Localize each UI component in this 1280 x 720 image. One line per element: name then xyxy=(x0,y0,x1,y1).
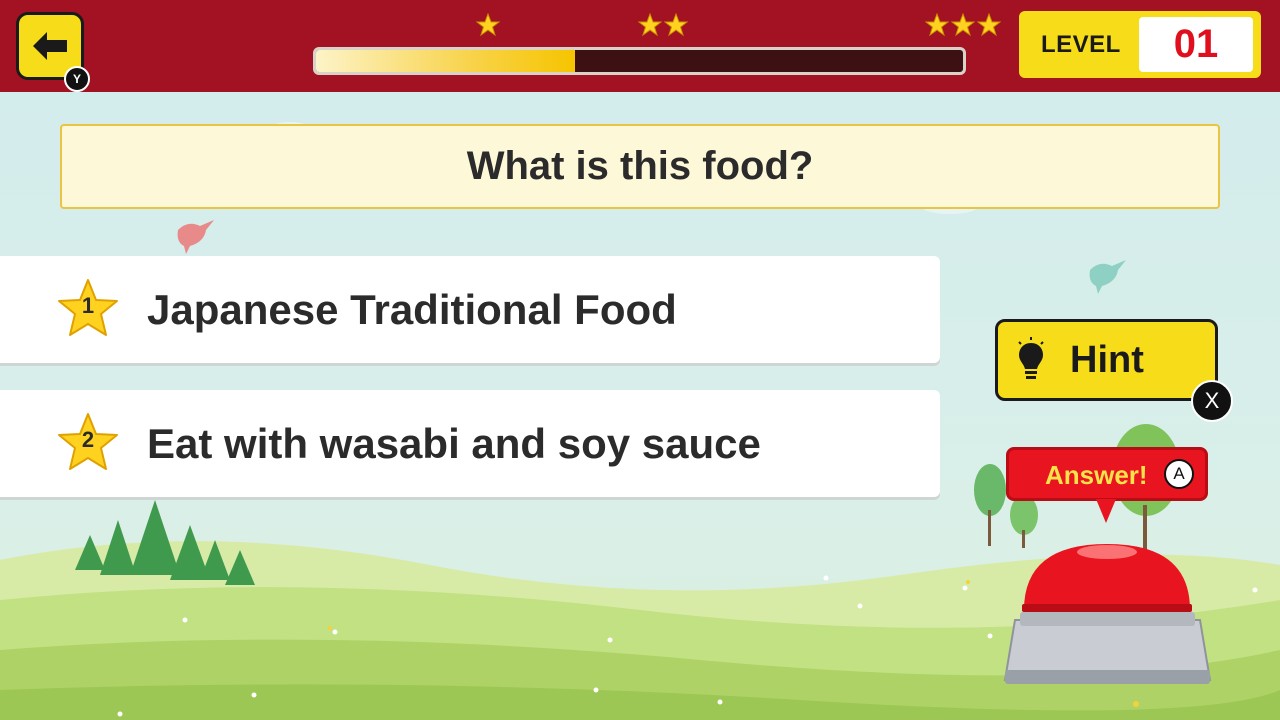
progress-star-marker-1 xyxy=(476,13,500,39)
answer-buzzer-button[interactable] xyxy=(1000,540,1215,690)
level-label: LEVEL xyxy=(1041,31,1121,58)
star-icon xyxy=(925,13,949,37)
star-icon xyxy=(664,13,688,37)
star-icon xyxy=(638,13,662,37)
back-button-key-badge: Y xyxy=(64,66,90,92)
progress-bar xyxy=(313,47,966,75)
lightbulb-icon xyxy=(1018,337,1044,379)
answer-label: Answer! xyxy=(1045,460,1148,490)
option-text: Japanese Traditional Food xyxy=(147,285,677,333)
option-1[interactable]: 1 Japanese Traditional Food xyxy=(0,256,940,363)
level-indicator: LEVEL 01 xyxy=(1019,11,1261,78)
progress-star-marker-3 xyxy=(925,13,1001,39)
hint-button[interactable]: Hint xyxy=(995,319,1218,401)
question-prompt: What is this food? xyxy=(60,124,1220,209)
star-icon xyxy=(977,13,1001,37)
level-value: 01 xyxy=(1139,17,1253,72)
star-icon xyxy=(476,13,500,37)
option-number-badge: 2 xyxy=(56,410,120,474)
answer-key-badge: A xyxy=(1164,459,1194,489)
bird-icon xyxy=(177,220,214,254)
option-text: Eat with wasabi and soy sauce xyxy=(147,419,761,467)
progress-star-marker-2 xyxy=(638,13,688,39)
option-number: 2 xyxy=(81,427,95,452)
option-number-badge: 1 xyxy=(56,276,120,340)
arrow-left-icon xyxy=(33,32,67,60)
option-number: 1 xyxy=(81,293,95,318)
star-icon xyxy=(951,13,975,37)
hint-label: Hint xyxy=(1070,339,1144,381)
callout-tail xyxy=(1096,499,1116,523)
bird-icon xyxy=(1089,260,1126,294)
progress-bar-fill xyxy=(316,50,575,72)
hint-key-badge: X xyxy=(1191,380,1233,422)
option-2[interactable]: 2 Eat with wasabi and soy sauce xyxy=(0,390,940,497)
